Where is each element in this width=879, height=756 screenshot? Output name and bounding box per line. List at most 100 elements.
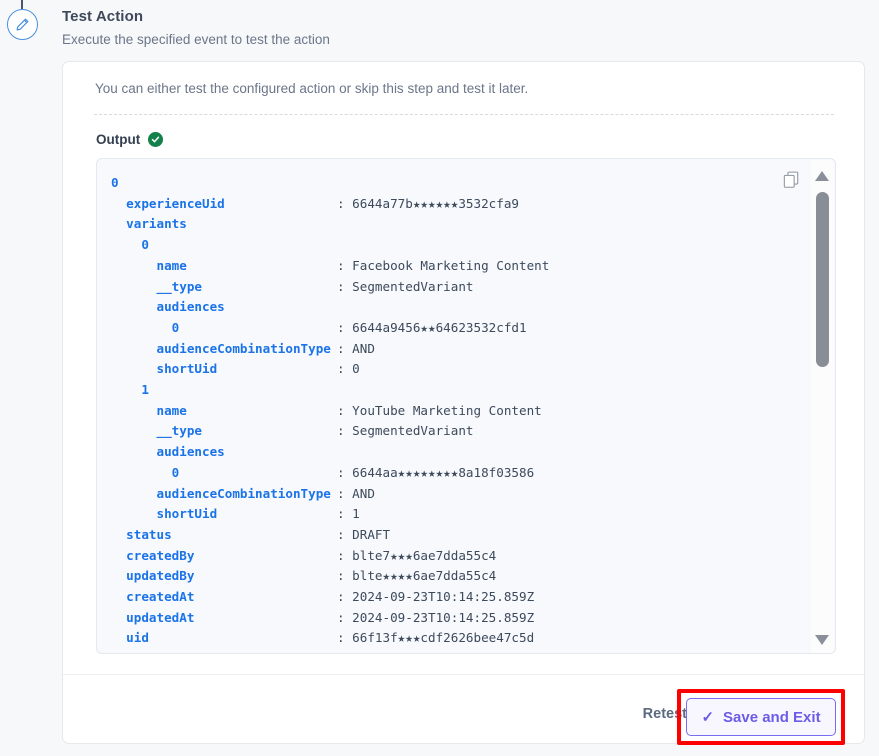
json-value: 2024-09-23T10:14:25.859Z [344,609,535,625]
page-subtitle: Execute the specified event to test the … [62,32,330,47]
json-value: 1 [344,506,360,522]
json-row: createdBy: blte7★★★6ae7dda55c4 [111,546,813,567]
json-key-cell: uid [111,628,337,649]
json-value: AND [344,485,375,501]
json-key-cell: 0 [111,235,337,256]
json-key: 1 [111,382,149,398]
json-key: shortUid [111,506,218,522]
footer-divider [63,674,866,675]
json-key-cell: status [111,525,337,546]
json-key-cell: updatedBy [111,566,337,587]
json-key-cell: __type [111,277,337,298]
card-intro-text: You can either test the configured actio… [95,81,529,96]
json-key-cell: __type [111,421,337,442]
json-row: 0: 6644aa★★★★★★★★8a18f03586 [111,463,813,484]
json-key-cell: name [111,256,337,277]
json-key: createdAt [111,589,195,605]
json-value: SegmentedVariant [344,278,474,294]
json-colon: : [337,547,345,563]
json-row: __type: SegmentedVariant [111,421,813,442]
json-row: name: YouTube Marketing Content [111,401,813,422]
json-colon: : [337,506,345,522]
json-key: 0 [111,237,149,253]
green-check-circle-icon [148,132,164,147]
json-row: updatedBy: blte★★★★6ae7dda55c4 [111,566,813,587]
json-row: name: Facebook Marketing Content [111,256,813,277]
json-colon: : [337,609,345,625]
json-colon: : [337,361,345,377]
step-rail [0,0,62,756]
json-row: variants [111,214,813,235]
json-key: shortUid [111,361,218,377]
triangle-up-icon[interactable] [815,171,829,181]
save-and-exit-label: Save and Exit [723,708,821,726]
json-colon: : [337,195,345,211]
save-and-exit-button[interactable]: ✓ Save and Exit [686,698,836,736]
json-key: uid [111,630,149,646]
json-key-cell: audiences [111,297,337,318]
json-key-cell: audienceCombinationType [111,484,337,505]
json-key: audienceCombinationType [111,485,331,501]
json-key: audiences [111,299,225,315]
json-value: 6644aa★★★★★★★★8a18f03586 [344,464,535,480]
json-scroll-content: 0 experienceUid: 6644a77b★★★★★★3532cfa9 … [97,159,813,653]
json-scrollbar[interactable] [811,160,834,653]
json-row: audiences [111,297,813,318]
json-key-cell: 1 [111,380,337,401]
json-row: updatedAt: 2024-09-23T10:14:25.859Z [111,608,813,629]
json-key-cell: 0 [111,318,337,339]
json-key: createdBy [111,547,195,563]
json-colon: : [337,630,345,646]
json-row: shortUid: 1 [111,504,813,525]
json-key: audiences [111,444,225,460]
json-key: name [111,257,187,273]
copy-icon[interactable] [783,171,800,189]
json-row: shortUid: 0 [111,359,813,380]
json-row: audiences [111,442,813,463]
json-row: createdAt: 2024-09-23T10:14:25.859Z [111,587,813,608]
json-row: uid: 66f13f★★★cdf2626bee47c5d [111,628,813,649]
json-value: blte★★★★6ae7dda55c4 [344,568,497,584]
json-value: 6644a9456★★64623532cfd1 [344,319,527,335]
json-key: name [111,402,187,418]
json-colon: : [337,526,345,542]
json-row: __type: SegmentedVariant [111,277,813,298]
triangle-down-icon[interactable] [815,635,829,645]
json-row: 0 [111,235,813,256]
json-row: 0 [111,173,813,194]
step-connector-line [21,0,23,9]
json-value: YouTube Marketing Content [344,402,542,418]
json-colon: : [337,340,345,356]
json-key-cell: createdBy [111,546,337,567]
json-row: status: DRAFT [111,525,813,546]
json-value: Facebook Marketing Content [344,257,550,273]
json-colon: : [337,485,345,501]
json-value: SegmentedVariant [344,423,474,439]
output-label: Output [96,132,141,147]
json-colon: : [337,257,345,273]
json-value: blte7★★★6ae7dda55c4 [344,547,497,563]
json-row: experienceUid: 6644a77b★★★★★★3532cfa9 [111,194,813,215]
json-key: __type [111,423,202,439]
json-key-cell: experienceUid [111,194,337,215]
pencil-icon[interactable] [7,9,38,40]
json-key: status [111,526,172,542]
json-key-cell: updatedAt [111,608,337,629]
json-value: DRAFT [344,526,391,542]
json-key: audienceCombinationType [111,340,331,356]
scrollbar-thumb[interactable] [816,192,829,367]
json-colon: : [337,278,345,294]
json-key: 0 [111,319,180,335]
json-key: 0 [111,175,119,190]
json-row: audienceCombinationType: AND [111,339,813,360]
json-colon: : [337,464,345,480]
section-header: Test Action Execute the specified event … [62,8,762,47]
json-key-cell: createdAt [111,587,337,608]
json-colon: : [337,568,345,584]
json-key: 0 [111,464,180,480]
json-key-cell: shortUid [111,359,337,380]
json-row: 1 [111,380,813,401]
output-header: Output [96,132,164,147]
json-key-cell: audiences [111,442,337,463]
json-output-viewer[interactable]: 0 experienceUid: 6644a77b★★★★★★3532cfa9 … [96,158,836,654]
